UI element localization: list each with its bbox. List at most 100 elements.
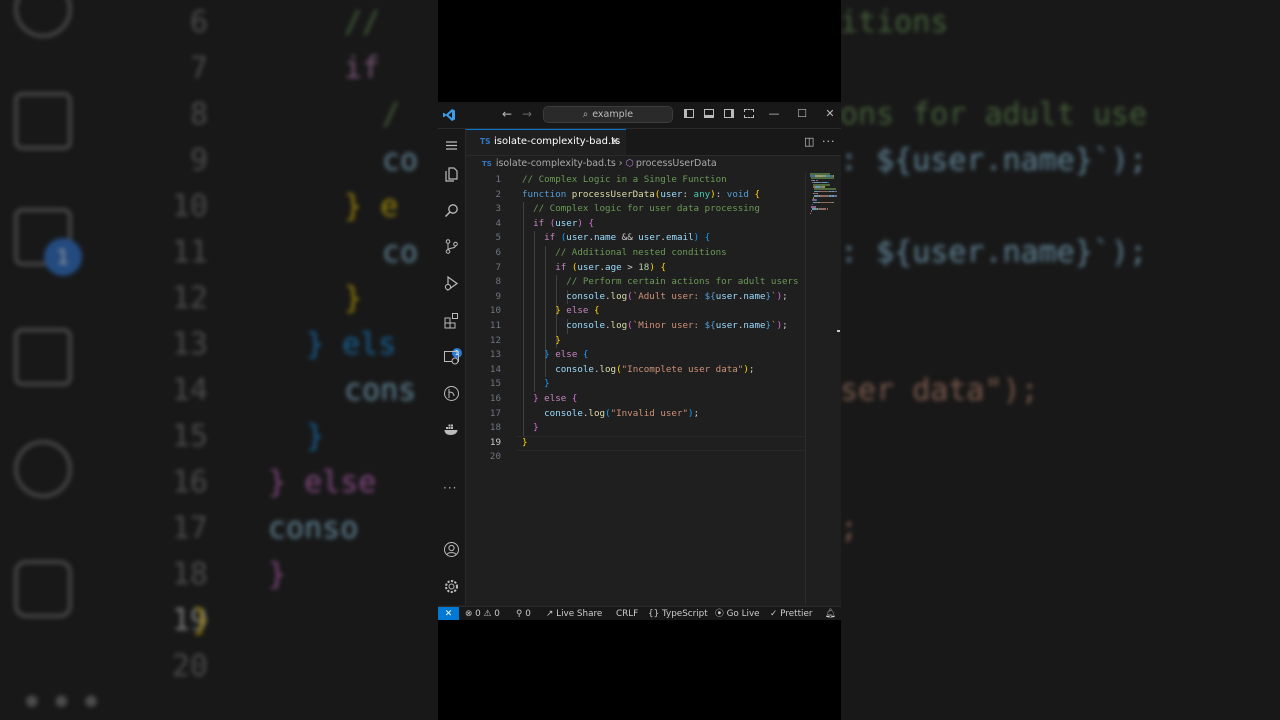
toggle-secondary-sidebar-icon[interactable] [724, 109, 734, 118]
vscode-window: ← → ⌕ example — ☐ ✕ 1 ··· TS isolate-com… [438, 102, 841, 620]
code-line[interactable]: 1 // Complex Logic in a Single Function [466, 173, 805, 188]
code-line[interactable]: 15 } [466, 377, 805, 392]
background-line-number: 17 [171, 511, 208, 546]
braces-icon: {} [648, 609, 660, 619]
code-line[interactable]: 18 } [466, 421, 805, 436]
code-line[interactable]: 7 if (user.age > 18) { [466, 261, 805, 276]
background-code-line: 6 // [160, 0, 380, 46]
code-line[interactable]: 10 } else { [466, 304, 805, 319]
code-line[interactable]: 20 [466, 450, 805, 465]
code-line[interactable]: 14 console.log("Incomplete user data"); [466, 363, 805, 378]
menu-icon[interactable] [443, 137, 460, 154]
code-text: } [544, 378, 550, 390]
background-code-line: 16} else [160, 460, 377, 506]
background-code-fragment: } [268, 557, 287, 592]
line-number: 5 [495, 232, 501, 244]
code-line[interactable]: 11 console.log(`Minor user: ${user.name}… [466, 319, 805, 334]
code-line[interactable]: 13 } else { [466, 348, 805, 363]
ports-icon: ⚲ [516, 609, 523, 619]
toggle-panel-icon[interactable] [704, 109, 714, 118]
search-activity-icon[interactable] [443, 202, 460, 219]
back-arrow-icon[interactable]: ← [500, 107, 514, 121]
tab-close-icon[interactable]: ✕ [610, 135, 619, 148]
breadcrumb-ts-icon: TS [482, 160, 492, 168]
breadcrumb-file[interactable]: isolate-complexity-bad.ts [496, 158, 616, 169]
maximize-window-icon[interactable]: ☐ [796, 108, 808, 120]
settings-gear-icon[interactable] [443, 578, 460, 595]
code-line[interactable]: 4 if (user) { [466, 217, 805, 232]
background-code-line: 11 co [160, 230, 418, 276]
explorer-icon[interactable] [443, 166, 460, 183]
background-code-fragment: } els [306, 327, 397, 362]
code-text: function processUserData(user: any): voi… [522, 188, 760, 200]
minimap[interactable] [805, 172, 837, 605]
background-code-line: 14 cons [160, 368, 416, 414]
remote-explorer-icon[interactable] [443, 349, 460, 366]
background-code-fragment: } [344, 281, 363, 316]
code-text: console.log("Invalid user"); [544, 407, 700, 419]
background-line-number: 18 [171, 557, 208, 592]
problems-indicator[interactable]: ⊗ 0 ⚠ 0 [465, 607, 500, 620]
background-code-fragment-right: : ${user.name}`); [840, 143, 1148, 178]
toggle-primary-sidebar-icon[interactable] [684, 109, 694, 118]
code-line[interactable]: 17 console.log("Invalid user"); [466, 407, 805, 422]
account-icon[interactable] [443, 541, 460, 558]
line-number: 10 [489, 305, 501, 317]
forward-arrow-icon[interactable]: → [520, 107, 534, 121]
live-share-button[interactable]: ↗ Live Share [546, 607, 602, 620]
background-code-fragment: conso [268, 511, 359, 546]
minimap-token [835, 195, 837, 197]
code-text: // Complex Logic in a Single Function [522, 174, 727, 185]
more-icon[interactable]: ··· [443, 481, 457, 495]
split-editor-icon[interactable]: ◫ [804, 135, 814, 148]
background-extensions-badge: 1 [44, 238, 82, 276]
broadcast-icon: ⦿ [715, 609, 724, 619]
code-line[interactable]: 16 } else { [466, 392, 805, 407]
code-editor[interactable]: 1 // Complex Logic in a Single Function 2 f… [466, 172, 805, 605]
minimap-token [811, 210, 813, 212]
background-code-fragment: co [382, 235, 419, 270]
background-code-fragment: co [382, 143, 419, 178]
go-live-button[interactable]: ⦿ Go Live [715, 607, 760, 620]
code-text: if (user) { [533, 217, 595, 229]
more-actions-icon[interactable]: ··· [822, 135, 836, 148]
code-line[interactable]: 12 } [466, 334, 805, 349]
background-docker-icon [14, 560, 72, 618]
minimap-token [827, 208, 829, 210]
line-number: 6 [495, 247, 501, 258]
background-code-line: 17 conso [160, 506, 358, 552]
source-control-icon[interactable] [443, 238, 460, 255]
tab-isolate-complexity-bad[interactable]: TS isolate-complexity-bad.ts ✕ [466, 129, 626, 155]
command-center-search[interactable]: ⌕ example [543, 106, 673, 123]
notifications-bell-icon[interactable]: 🔔︎ [825, 607, 836, 620]
code-line[interactable]: 9 console.log(`Adult user: ${user.name}`… [466, 290, 805, 305]
background-code-line: 15} [160, 414, 324, 460]
code-line[interactable]: 3 // Complex logic for user data process… [466, 202, 805, 217]
eol-indicator[interactable]: CRLF [616, 607, 638, 620]
code-text: console.log(`Adult user: ${user.name}`); [566, 290, 788, 302]
breadcrumb-symbol[interactable]: processUserData [636, 158, 717, 169]
code-line[interactable]: 8 // Perform certain actions for adult u… [466, 275, 805, 290]
language-label: TypeScript [662, 609, 708, 619]
code-text: } [533, 422, 539, 434]
run-debug-icon[interactable] [443, 275, 460, 292]
code-line[interactable]: 19} [466, 436, 805, 451]
docker-icon[interactable] [443, 421, 460, 438]
code-line[interactable]: 5 if (user.name && user.email) { [466, 231, 805, 246]
background-git-graph-icon [14, 440, 72, 498]
ports-indicator[interactable]: ⚲ 0 [516, 607, 531, 620]
prettier-button[interactable]: ✓ Prettier [770, 607, 813, 620]
background-line-number: 12 [171, 281, 208, 316]
minimize-window-icon[interactable]: — [768, 108, 780, 120]
git-graph-icon[interactable] [443, 385, 460, 402]
close-window-icon[interactable]: ✕ [824, 108, 836, 120]
language-mode[interactable]: {} TypeScript [648, 607, 708, 620]
extensions-icon[interactable] [443, 312, 460, 329]
customize-layout-icon[interactable] [744, 109, 754, 118]
remote-indicator-icon[interactable]: ✕ [438, 607, 459, 620]
background-code-fragment-right: ; [840, 511, 859, 546]
code-line[interactable]: 6 // Additional nested conditions [466, 246, 805, 261]
code-text: // Perform certain actions for adult use… [566, 276, 799, 288]
code-line[interactable]: 2 function processUserData(user: any): vo… [466, 188, 805, 203]
line-number: 12 [489, 334, 501, 346]
